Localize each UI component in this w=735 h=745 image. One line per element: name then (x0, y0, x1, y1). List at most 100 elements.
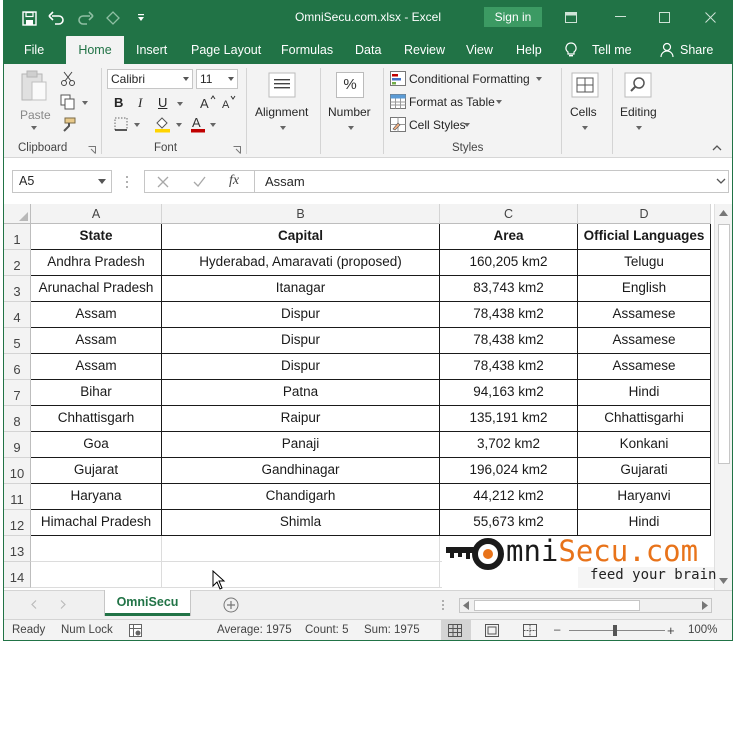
italic-button[interactable]: I (138, 95, 142, 111)
borders-icon[interactable] (114, 117, 128, 131)
tab-data[interactable]: Data (355, 36, 381, 64)
header-cell[interactable]: Area (440, 224, 578, 250)
table-cell[interactable]: Assam (31, 328, 162, 354)
save-button[interactable] (16, 7, 42, 29)
insert-function-button[interactable]: fx (229, 173, 239, 189)
paste-button[interactable]: Paste (14, 68, 54, 130)
table-cell[interactable]: Dispur (162, 302, 440, 328)
copy-icon[interactable] (60, 94, 76, 110)
table-cell[interactable]: Chhattisgarhi (578, 406, 711, 432)
minimize-button[interactable] (598, 0, 642, 34)
table-cell[interactable]: Haryana (31, 484, 162, 510)
row-header-2[interactable]: 2 (4, 250, 31, 276)
row-header-3[interactable]: 3 (4, 276, 31, 302)
dialog-launcher-icon[interactable] (233, 146, 241, 154)
decrease-font-icon[interactable]: A (222, 94, 236, 110)
expand-formula-bar-icon[interactable] (716, 178, 726, 185)
table-cell[interactable]: Gujarat (31, 458, 162, 484)
table-cell[interactable]: English (578, 276, 711, 302)
row-header-4[interactable]: 4 (4, 302, 31, 328)
tab-review[interactable]: Review (404, 36, 445, 64)
macro-record-icon[interactable] (129, 624, 142, 637)
header-cell[interactable]: State (31, 224, 162, 250)
table-cell[interactable]: 78,438 km2 (440, 328, 578, 354)
customize-qat-button[interactable] (128, 7, 154, 29)
tab-home[interactable]: Home (66, 36, 124, 64)
cells-button[interactable]: Cells (564, 68, 608, 138)
row-header-9[interactable]: 9 (4, 432, 31, 458)
format-as-table-button[interactable]: Format as Table (409, 95, 495, 109)
fill-color-icon[interactable] (154, 115, 172, 133)
table-cell[interactable]: 94,163 km2 (440, 380, 578, 406)
table-cell[interactable]: 160,205 km2 (440, 250, 578, 276)
table-cell[interactable]: 135,191 km2 (440, 406, 578, 432)
table-cell[interactable]: Assamese (578, 354, 711, 380)
row-header-12[interactable]: 12 (4, 510, 31, 536)
table-cell[interactable]: Assamese (578, 328, 711, 354)
tab-split-handle-icon[interactable] (441, 599, 445, 611)
status-count[interactable]: Count: 5 (305, 624, 348, 636)
cell-styles-button[interactable]: Cell Styles (409, 118, 466, 132)
table-cell[interactable]: 78,438 km2 (440, 302, 578, 328)
scroll-sheets-left-icon[interactable] (31, 600, 37, 609)
status-average[interactable]: Average: 1975 (217, 624, 292, 636)
scroll-up-icon[interactable] (719, 210, 728, 216)
table-cell[interactable]: Gandhinagar (162, 458, 440, 484)
add-sheet-icon[interactable] (223, 597, 239, 613)
cancel-icon[interactable] (157, 176, 169, 188)
vertical-scrollbar[interactable] (714, 204, 732, 590)
table-cell[interactable]: Chhattisgarh (31, 406, 162, 432)
row-header-11[interactable]: 11 (4, 484, 31, 510)
tab-view[interactable]: View (466, 36, 493, 64)
table-cell[interactable]: Assam (31, 354, 162, 380)
row-header-13[interactable]: 13 (4, 536, 31, 562)
table-cell[interactable]: Panaji (162, 432, 440, 458)
table-cell[interactable]: Assamese (578, 302, 711, 328)
table-cell[interactable]: Haryanvi (578, 484, 711, 510)
table-cell[interactable]: Itanagar (162, 276, 440, 302)
table-cell[interactable]: Bihar (31, 380, 162, 406)
bold-button[interactable]: B (114, 95, 123, 110)
format-painter-icon[interactable] (60, 117, 76, 133)
table-cell[interactable]: Chandigarh (162, 484, 440, 510)
touch-mode-button[interactable] (100, 7, 126, 29)
table-cell[interactable]: 83,743 km2 (440, 276, 578, 302)
zoom-slider-thumb[interactable] (613, 625, 617, 636)
empty-cell[interactable] (31, 562, 162, 588)
empty-cell[interactable] (162, 536, 440, 562)
table-cell[interactable]: 196,024 km2 (440, 458, 578, 484)
table-cell[interactable]: Raipur (162, 406, 440, 432)
collapse-ribbon-icon[interactable] (712, 144, 722, 151)
tell-me-search[interactable]: Tell me (592, 36, 632, 64)
horizontal-scroll-thumb[interactable] (474, 600, 640, 611)
empty-cell[interactable] (31, 536, 162, 562)
table-cell[interactable]: Konkani (578, 432, 711, 458)
column-header-a[interactable]: A (31, 204, 162, 224)
underline-button[interactable]: U (158, 95, 167, 110)
table-cell[interactable]: Hindi (578, 510, 711, 536)
table-cell[interactable]: Gujarati (578, 458, 711, 484)
row-header-7[interactable]: 7 (4, 380, 31, 406)
empty-cell[interactable] (162, 562, 440, 588)
sheet-tab-omnisecu[interactable]: OmniSecu (105, 590, 190, 616)
table-cell[interactable]: Goa (31, 432, 162, 458)
tab-formulas[interactable]: Formulas (281, 36, 333, 64)
page-break-view-icon[interactable] (523, 624, 537, 637)
row-header-5[interactable]: 5 (4, 328, 31, 354)
status-sum[interactable]: Sum: 1975 (364, 624, 420, 636)
font-name-combo[interactable]: Calibri (107, 69, 193, 89)
editing-button[interactable]: Editing (614, 68, 666, 138)
table-cell[interactable]: Arunachal Pradesh (31, 276, 162, 302)
table-cell[interactable]: Patna (162, 380, 440, 406)
table-cell[interactable]: Assam (31, 302, 162, 328)
header-cell[interactable]: Official Languages (578, 224, 711, 250)
column-header-c[interactable]: C (440, 204, 578, 224)
table-cell[interactable]: 44,212 km2 (440, 484, 578, 510)
dialog-launcher-icon[interactable] (88, 146, 96, 154)
table-cell[interactable]: Hyderabad, Amaravati (proposed) (162, 250, 440, 276)
table-cell[interactable]: Himachal Pradesh (31, 510, 162, 536)
worksheet-grid[interactable]: A B C D 1 State Capital Area Official Languages 2… (4, 204, 732, 590)
table-cell[interactable]: 78,438 km2 (440, 354, 578, 380)
sign-in-button[interactable]: Sign in (484, 7, 542, 27)
page-layout-view-icon[interactable] (485, 624, 499, 637)
